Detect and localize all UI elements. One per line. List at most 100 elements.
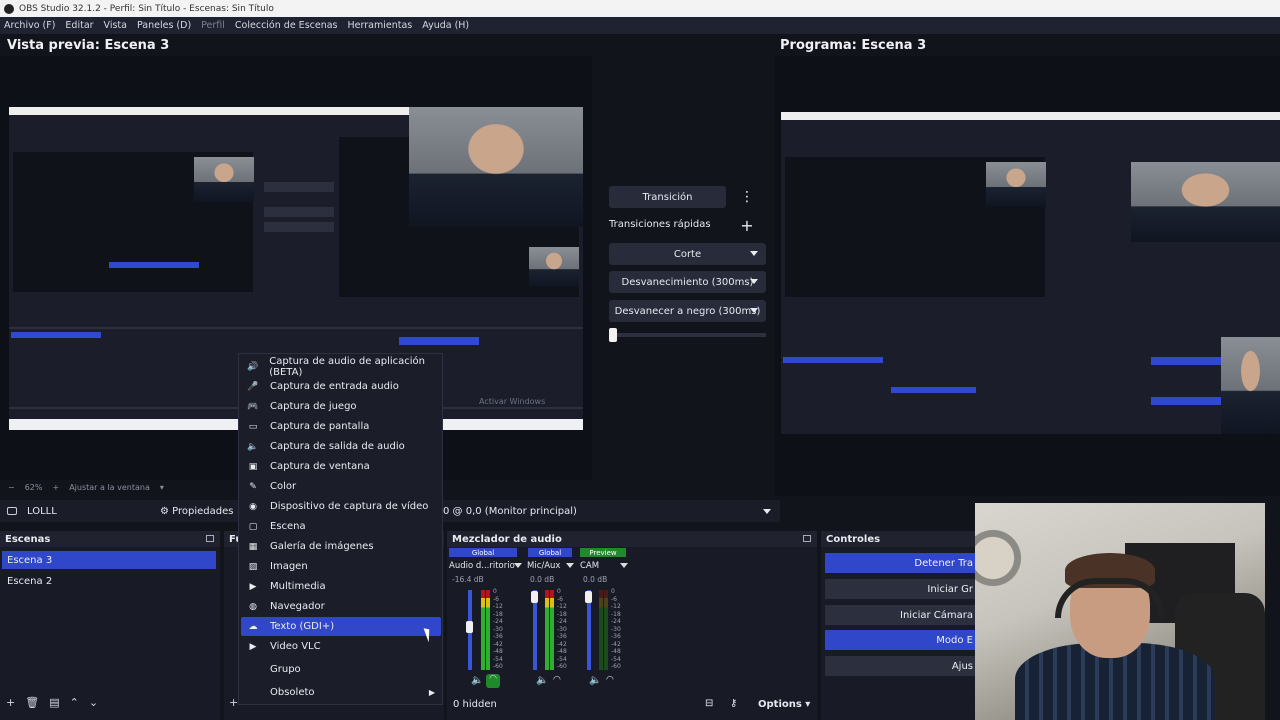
transition-option-fade-black[interactable]: Desvanecer a negro (300ms) xyxy=(609,300,766,322)
zoom-out-icon[interactable]: − xyxy=(8,483,15,492)
menu-ayuda[interactable]: Ayuda (H) xyxy=(422,20,469,31)
title-bar: OBS Studio 32.1.2 - Perfil: Sin Título -… xyxy=(0,0,1280,17)
menu-item-label: Galería de imágenes xyxy=(270,541,374,552)
channel-db-cam: 0.0 dB xyxy=(583,575,608,584)
menu-item[interactable]: ▣ Captura de ventana xyxy=(241,457,441,476)
headphones-icon[interactable]: ◠ xyxy=(606,675,614,685)
channel-name-mic: Mic/Aux xyxy=(527,561,561,571)
chevron-down-icon[interactable]: ▾ xyxy=(160,483,164,492)
transition-option-corte[interactable]: Corte xyxy=(609,243,766,265)
menu-item[interactable]: Grupo xyxy=(241,660,441,679)
menu-vista[interactable]: Vista xyxy=(104,20,127,31)
chevron-down-icon[interactable] xyxy=(620,563,628,568)
add-icon[interactable]: + xyxy=(6,696,15,709)
menu-item[interactable]: ▭ Captura de pantalla xyxy=(241,417,441,436)
more-vertical-icon[interactable]: ⋮ xyxy=(736,186,758,208)
program-title: Programa: Escena 3 xyxy=(780,38,927,53)
headphones-icon[interactable]: ◠ xyxy=(486,674,500,688)
link-icon[interactable]: ⚷ xyxy=(730,698,737,709)
audio-meter xyxy=(545,590,549,670)
trash-icon[interactable]: 🗑 xyxy=(25,696,39,709)
arrow-up-icon[interactable]: ⌃ xyxy=(70,696,79,709)
volume-fader-knob[interactable] xyxy=(466,621,473,633)
menu-item[interactable]: ▢ Escena xyxy=(241,517,441,536)
app-audio-icon: 🔊 xyxy=(247,361,259,372)
start-virtual-camera-button[interactable]: Iniciar Cámara xyxy=(825,605,975,625)
undock-icon[interactable] xyxy=(803,535,811,542)
transition-button[interactable]: Transición xyxy=(609,186,726,208)
chevron-down-icon[interactable] xyxy=(763,508,771,514)
menu-item-label: Color xyxy=(270,481,297,492)
stop-stream-button[interactable]: Detener Tra xyxy=(825,553,975,573)
image-icon: ▨ xyxy=(248,561,258,572)
menu-item[interactable]: ◉ Dispositivo de captura de vídeo xyxy=(241,497,441,516)
transition-option-fade[interactable]: Desvanecimiento (300ms) xyxy=(609,271,766,293)
mixer-options-button[interactable]: Options ▾ xyxy=(758,699,810,710)
menu-item[interactable]: ☁ Texto (GDI+) xyxy=(241,617,441,636)
chevron-down-icon xyxy=(750,251,758,256)
menu-herramientas[interactable]: Herramientas xyxy=(348,20,413,31)
menu-item[interactable]: 🔈 Captura de salida de audio xyxy=(241,437,441,456)
headphones-icon[interactable]: ◠ xyxy=(553,675,561,685)
tbar-track[interactable] xyxy=(609,333,766,337)
source-icon xyxy=(7,507,17,515)
menu-bar: Archivo (F) Editar Vista Paneles (D) Per… xyxy=(0,17,1280,34)
zoom-in-icon[interactable]: + xyxy=(52,483,59,492)
gallery-icon: ▦ xyxy=(248,541,258,552)
audio-meter xyxy=(481,590,485,670)
studio-mode-button[interactable]: Modo E xyxy=(825,630,975,650)
properties-button[interactable]: ⚙ Propiedades xyxy=(160,506,233,517)
start-recording-button[interactable]: Iniciar Gr xyxy=(825,579,975,599)
channel-db-mic: 0.0 dB xyxy=(530,575,555,584)
undock-icon[interactable] xyxy=(206,535,214,542)
menu-item[interactable]: 🎮 Captura de juego xyxy=(241,397,441,416)
menu-item[interactable]: ✎ Color xyxy=(241,477,441,496)
menu-item[interactable]: ▨ Imagen xyxy=(241,557,441,576)
menu-item-label: Grupo xyxy=(270,664,301,675)
mixer-badge-preview: Preview xyxy=(580,548,626,557)
camera-icon: ◉ xyxy=(249,501,257,512)
menu-item[interactable]: ▶ Video VLC xyxy=(241,637,441,656)
audio-meter xyxy=(599,590,603,670)
menu-item[interactable]: 🎤 Captura de entrada audio xyxy=(241,377,441,396)
gear-icon: ⚙ xyxy=(160,505,169,517)
channel-name-cam: CAM xyxy=(580,561,600,571)
program-canvas xyxy=(775,56,1280,496)
speaker-icon[interactable]: 🔈 xyxy=(589,675,601,686)
meter-scale: 0 -6 -12 -18 -24 -30 -36 -42 -48 -54 -60 xyxy=(557,588,567,670)
scene-icon: ▢ xyxy=(248,521,258,532)
menu-editar[interactable]: Editar xyxy=(65,20,93,31)
monitor-select[interactable]: 0 @ 0,0 (Monitor principal) xyxy=(443,506,577,517)
volume-fader-knob[interactable] xyxy=(531,591,538,603)
tbar-handle[interactable] xyxy=(609,328,617,342)
menu-item[interactable]: ▶ Multimedia xyxy=(241,577,441,596)
settings-button[interactable]: Ajus xyxy=(825,656,975,676)
menu-item[interactable]: 🔊 Captura de audio de aplicación (BETA) xyxy=(241,356,441,378)
webcam-overlay xyxy=(975,503,1265,720)
menu-item[interactable]: ◍ Navegador xyxy=(241,597,441,616)
add-icon[interactable]: + xyxy=(229,696,238,709)
sources-toolbar: + xyxy=(229,696,238,709)
fit-to-window-label[interactable]: Ajustar a la ventana xyxy=(69,483,150,492)
menu-perfil[interactable]: Perfil xyxy=(201,20,225,31)
speaker-icon[interactable]: 🔈 xyxy=(471,675,483,686)
filter-icon[interactable]: ▤ xyxy=(49,696,59,709)
scene-item-escena-3[interactable]: Escena 3 xyxy=(2,551,216,569)
menu-paneles[interactable]: Paneles (D) xyxy=(137,20,191,31)
scene-item-escena-2[interactable]: Escena 2 xyxy=(2,572,216,590)
mixer-badge-global-1: Global xyxy=(449,548,517,557)
chevron-down-icon[interactable] xyxy=(566,563,574,568)
arrow-down-icon[interactable]: ⌄ xyxy=(89,696,98,709)
menu-item[interactable]: Obsoleto ▶ xyxy=(241,683,441,702)
window-title: OBS Studio 32.1.2 - Perfil: Sin Título -… xyxy=(19,3,274,14)
layout-toggle-icon[interactable]: ⊟ xyxy=(705,698,713,709)
chevron-down-icon[interactable] xyxy=(514,563,522,568)
volume-fader-knob[interactable] xyxy=(585,591,592,603)
menu-archivo[interactable]: Archivo (F) xyxy=(4,20,55,31)
audio-meter xyxy=(604,590,608,670)
menu-coleccion[interactable]: Colección de Escenas xyxy=(235,20,338,31)
add-icon[interactable]: + xyxy=(736,214,758,236)
menu-item[interactable]: ▦ Galería de imágenes xyxy=(241,537,441,556)
speaker-icon[interactable]: 🔈 xyxy=(536,675,548,686)
menu-item-label: Captura de pantalla xyxy=(270,421,370,432)
